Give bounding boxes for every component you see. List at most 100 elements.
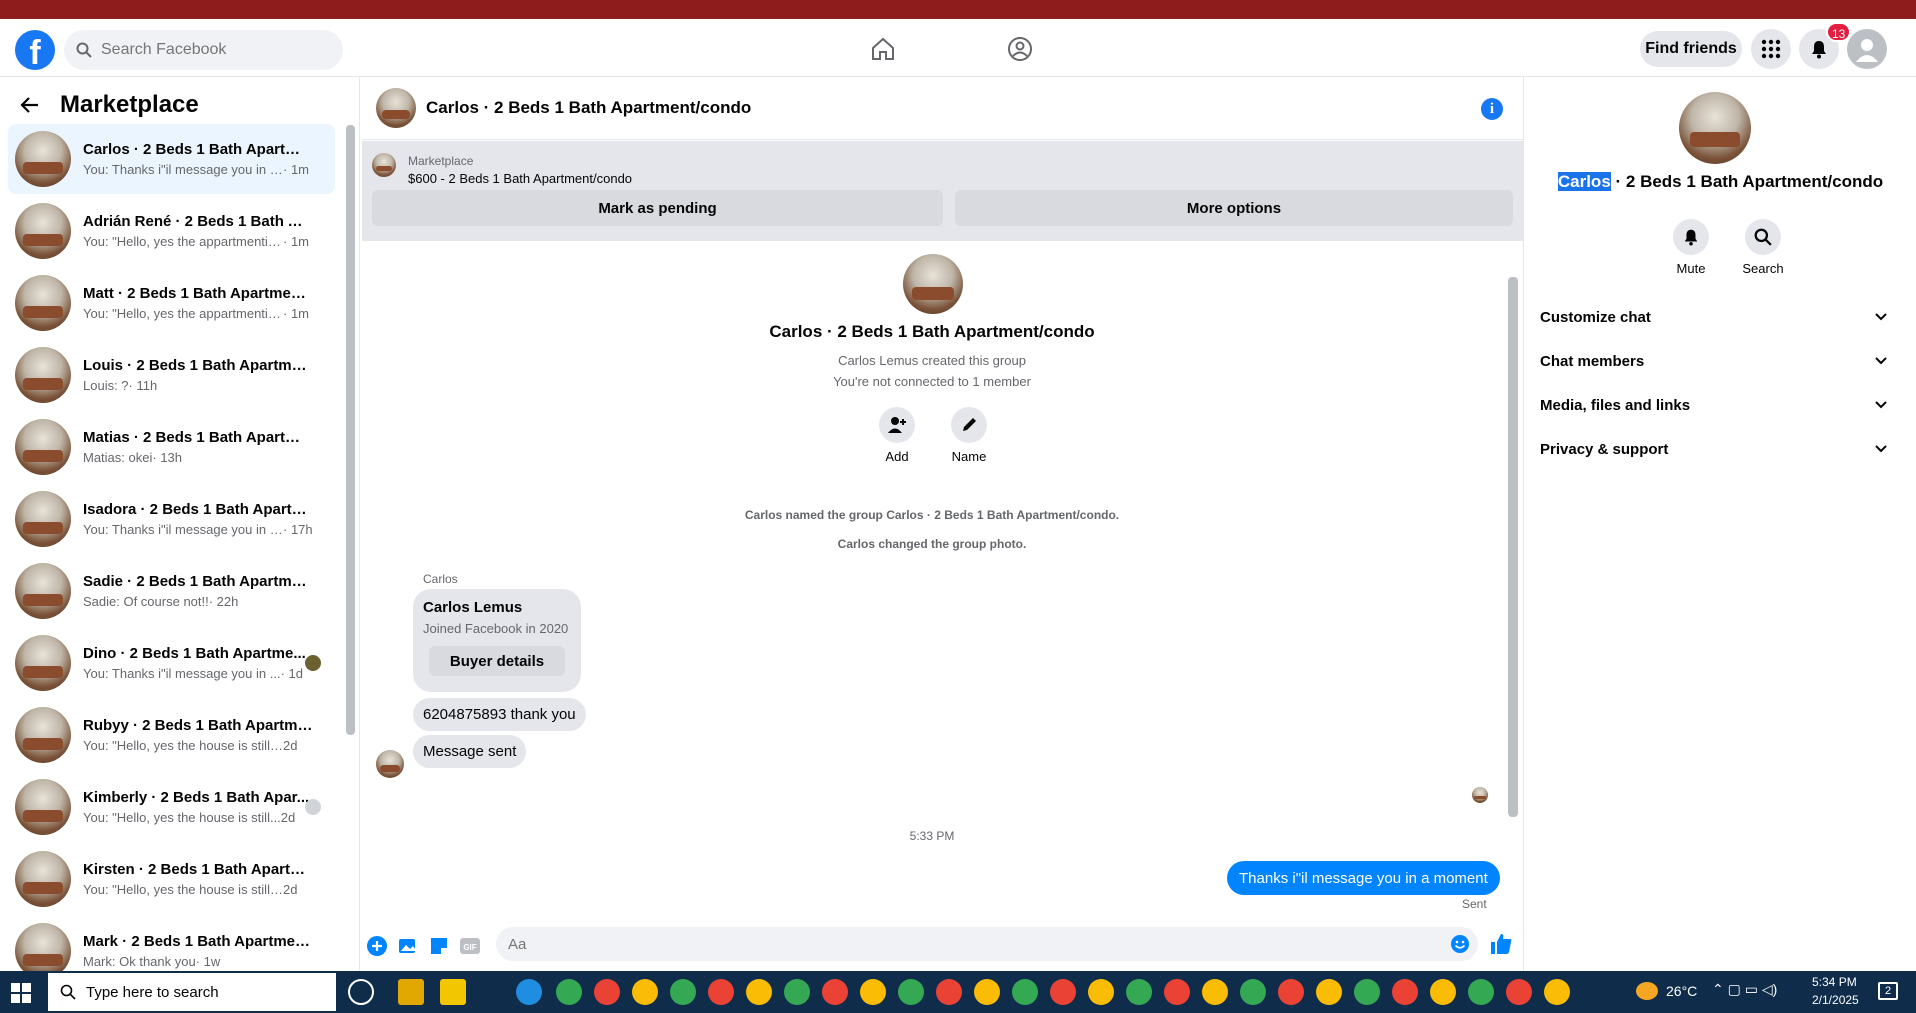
windows-start-icon[interactable]: [10, 982, 32, 1004]
chrome-icon[interactable]: [974, 979, 1000, 1005]
conversation-item[interactable]: Kirsten · 2 Beds 1 Bath Apartme... You: …: [8, 844, 335, 914]
conversation-item[interactable]: Rubyy · 2 Beds 1 Bath Apartmen... You: "…: [8, 700, 335, 770]
avatar: [15, 635, 71, 691]
chrome-icon[interactable]: [936, 979, 962, 1005]
chrome-icon[interactable]: [1240, 979, 1266, 1005]
conversation-preview: You: "Hello, yes the house is still av..…: [83, 882, 283, 897]
message-input[interactable]: [508, 935, 1408, 953]
conversation-item[interactable]: Louis · 2 Beds 1 Bath Apartment... Louis…: [8, 340, 335, 410]
listing-price[interactable]: $600 - 2 Beds 1 Bath Apartment/condo: [408, 171, 632, 186]
sidebar-scrollbar[interactable]: [346, 125, 355, 735]
conversation-item[interactable]: Sadie · 2 Beds 1 Bath Apartment... Sadie…: [8, 556, 335, 626]
file-explorer-icon[interactable]: [398, 979, 424, 1005]
section-label: Privacy & support: [1540, 440, 1669, 458]
chrome-icon[interactable]: [1126, 979, 1152, 1005]
group-created-text: Carlos Lemus created this group: [838, 353, 1026, 368]
mark-pending-button[interactable]: Mark as pending: [372, 190, 943, 226]
chrome-icon[interactable]: [1012, 979, 1038, 1005]
conversation-name: Carlos · 2 Beds 1 Bath Apartmen...: [83, 141, 313, 158]
find-friends-button[interactable]: Find friends: [1640, 31, 1742, 67]
conversation-item[interactable]: Carlos · 2 Beds 1 Bath Apartmen... You: …: [8, 124, 335, 194]
chrome-icon[interactable]: [784, 979, 810, 1005]
chrome-icon[interactable]: [1392, 979, 1418, 1005]
media-files-section[interactable]: Media, files and links: [1540, 385, 1887, 425]
mute-button[interactable]: Mute: [1663, 219, 1719, 276]
notification-center-icon[interactable]: 2: [1878, 982, 1898, 1000]
menu-grid-icon[interactable]: [1751, 29, 1791, 69]
thumbs-up-icon[interactable]: [1489, 932, 1513, 956]
conversation-item[interactable]: Matt · 2 Beds 1 Bath Apartment/... You: …: [8, 268, 335, 338]
chrome-icon[interactable]: [1544, 979, 1570, 1005]
emoji-icon[interactable]: [1450, 934, 1470, 954]
taskbar-search[interactable]: Type here to search: [48, 973, 336, 1011]
task-view-icon[interactable]: [348, 979, 374, 1005]
tray-icons[interactable]: ⌃ ▢ ▭ ◁): [1712, 981, 1777, 998]
weather-temp[interactable]: 26°C: [1666, 983, 1697, 999]
photo-icon[interactable]: [397, 935, 419, 957]
chrome-icon[interactable]: [1050, 979, 1076, 1005]
chrome-icon[interactable]: [1202, 979, 1228, 1005]
customize-chat-section[interactable]: Customize chat: [1540, 297, 1887, 337]
name-group-button[interactable]: Name: [939, 407, 999, 464]
chrome-icon[interactable]: [1506, 979, 1532, 1005]
conversation-item[interactable]: Matias · 2 Beds 1 Bath Apartme... Matias…: [8, 412, 335, 482]
plus-icon[interactable]: [366, 935, 388, 957]
search-input[interactable]: [101, 41, 301, 59]
chrome-icon[interactable]: [1278, 979, 1304, 1005]
groups-icon[interactable]: [1003, 32, 1037, 66]
more-options-button[interactable]: More options: [955, 190, 1513, 226]
privacy-support-section[interactable]: Privacy & support: [1540, 429, 1887, 469]
avatar: [15, 347, 71, 403]
conversation-item[interactable]: Mark · 2 Beds 1 Bath Apartment... Mark: …: [8, 916, 335, 971]
conversation-item[interactable]: Kimberly · 2 Beds 1 Bath Apar... You: "H…: [8, 772, 335, 842]
chrome-icon[interactable]: [632, 979, 658, 1005]
chrome-icon[interactable]: [822, 979, 848, 1005]
chrome-icon[interactable]: [670, 979, 696, 1005]
info-icon[interactable]: i: [1481, 98, 1503, 120]
chrome-icon[interactable]: [708, 979, 734, 1005]
chrome-icon[interactable]: [898, 979, 924, 1005]
home-icon[interactable]: [866, 32, 900, 66]
chat-avatar[interactable]: [376, 88, 416, 128]
conversation-preview: You: "Hello, yes the house is still...: [83, 810, 281, 825]
avatar: [15, 275, 71, 331]
chrome-icon[interactable]: [1088, 979, 1114, 1005]
clock-date[interactable]: 2/1/2025: [1812, 993, 1859, 1007]
sticky-notes-icon[interactable]: [440, 979, 466, 1005]
sticker-icon[interactable]: [428, 935, 450, 957]
chrome-icon[interactable]: [1164, 979, 1190, 1005]
system-message: Carlos named the group Carlos · 2 Beds 1…: [744, 508, 1120, 522]
search-conversation-button[interactable]: Search: [1735, 219, 1791, 276]
conversation-time: · 1m: [283, 306, 309, 321]
clock-time[interactable]: 5:34 PM: [1812, 975, 1857, 989]
mute-label: Mute: [1676, 261, 1706, 276]
edge-icon[interactable]: [516, 979, 542, 1005]
chat-title[interactable]: Carlos · 2 Beds 1 Bath Apartment/condo: [426, 98, 751, 118]
back-arrow-icon[interactable]: [20, 96, 40, 114]
buyer-details-button[interactable]: Buyer details: [429, 646, 565, 676]
conversation-preview: You: Thanks i"il message you in a ...: [83, 522, 283, 537]
conversation-item[interactable]: Isadora · 2 Beds 1 Bath Apartme... You: …: [8, 484, 335, 554]
chrome-icon[interactable]: [746, 979, 772, 1005]
chrome-icon[interactable]: [860, 979, 886, 1005]
conversation-item[interactable]: Adrián René · 2 Beds 1 Bath Apa... You: …: [8, 196, 335, 266]
chrome-icon[interactable]: [1354, 979, 1380, 1005]
listing-thumbnail: [372, 153, 396, 177]
chrome-icon[interactable]: [1430, 979, 1456, 1005]
chrome-icon[interactable]: [556, 979, 582, 1005]
add-member-button[interactable]: Add: [867, 407, 927, 464]
facebook-logo[interactable]: f: [15, 30, 55, 70]
chat-panel: Carlos · 2 Beds 1 Bath Apartment/condo i…: [362, 77, 1523, 971]
chrome-icon[interactable]: [1468, 979, 1494, 1005]
chrome-icon[interactable]: [1316, 979, 1342, 1005]
search-bar[interactable]: [64, 30, 343, 70]
message-input-box[interactable]: [496, 927, 1478, 961]
weather-icon[interactable]: [1636, 982, 1658, 1000]
conversation-item[interactable]: Dino · 2 Beds 1 Bath Apartme... You: Tha…: [8, 628, 335, 698]
chat-members-section[interactable]: Chat members: [1540, 341, 1887, 381]
gif-icon[interactable]: GIF: [459, 935, 481, 957]
conversation-time: · 13h: [152, 450, 183, 465]
chat-scrollbar[interactable]: [1508, 277, 1518, 817]
chrome-icon[interactable]: [594, 979, 620, 1005]
profile-avatar-icon[interactable]: [1847, 29, 1887, 69]
